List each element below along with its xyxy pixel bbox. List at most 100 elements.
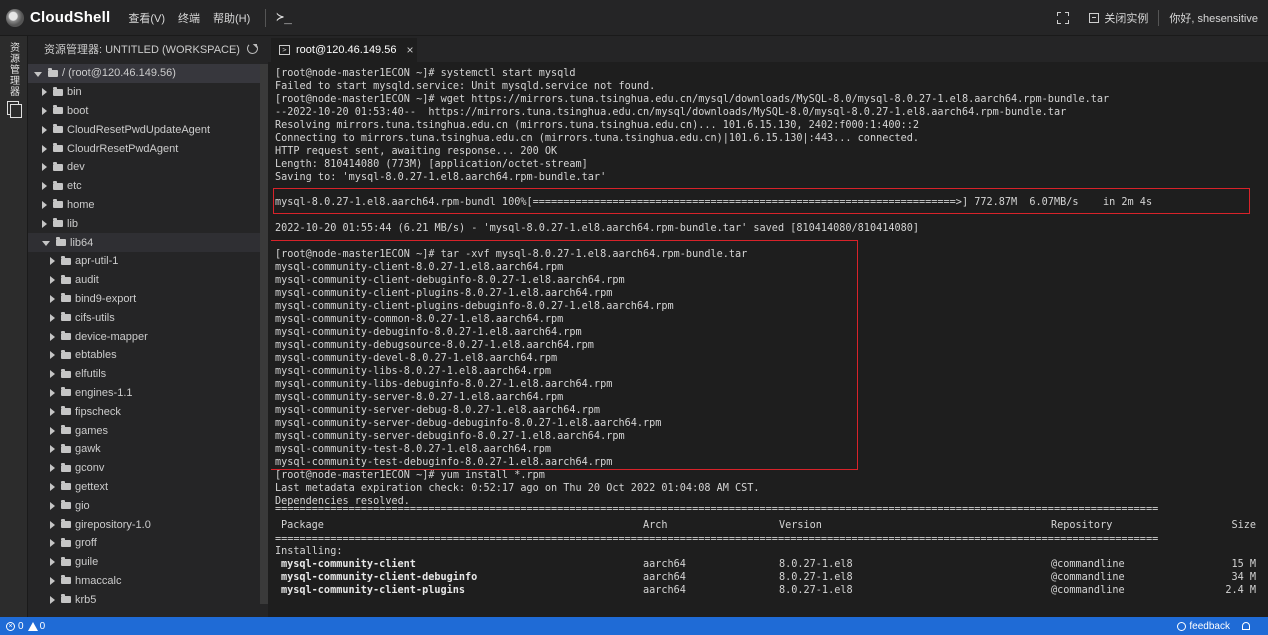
tree-item-label: audit [75, 274, 99, 287]
chevron-right-icon[interactable] [42, 106, 47, 115]
chevron-right-icon[interactable] [50, 464, 55, 473]
tree-item[interactable]: home [28, 196, 268, 215]
brand-name: CloudShell [30, 9, 111, 26]
tree-item[interactable]: hmaccalc [28, 572, 268, 591]
table-header-package: Package [281, 520, 324, 531]
tree-item-label: ebtables [75, 349, 117, 362]
tree-item[interactable]: apr-util-1 [28, 252, 268, 271]
tree-item[interactable]: gettext [28, 478, 268, 497]
tree-item[interactable]: lib [28, 214, 268, 233]
chevron-right-icon[interactable] [50, 313, 55, 322]
tree-item[interactable]: games [28, 421, 268, 440]
tree-item[interactable]: gawk [28, 440, 268, 459]
pkg-version: 8.0.27-1.el8 [779, 572, 853, 583]
chevron-right-icon[interactable] [50, 332, 55, 341]
chevron-right-icon[interactable] [50, 558, 55, 567]
chevron-right-icon[interactable] [42, 219, 47, 228]
tree-item[interactable]: etc [28, 177, 268, 196]
tree-item[interactable]: fipscheck [28, 402, 268, 421]
problems-indicator[interactable]: × 0 0 [0, 621, 45, 632]
notifications-icon[interactable] [1242, 622, 1250, 630]
chevron-right-icon[interactable] [50, 276, 55, 285]
sidebar-scrollbar[interactable] [260, 64, 268, 604]
tab-terminal[interactable]: > root@120.46.149.56 × [271, 38, 417, 62]
menu-terminal[interactable]: 终端 [178, 10, 200, 26]
chevron-down-icon[interactable] [42, 241, 50, 247]
chevron-right-icon[interactable] [50, 370, 55, 379]
feedback-link[interactable]: feedback [1189, 621, 1230, 632]
cloudshell-logo-icon [6, 8, 24, 27]
tree-item[interactable]: elfutils [28, 365, 268, 384]
tree-item-label: hmaccalc [75, 574, 122, 587]
tree-item[interactable]: gio [28, 496, 268, 515]
tree-item[interactable]: cifs-utils [28, 308, 268, 327]
tree-item-label: home [67, 198, 95, 211]
tree-item[interactable]: lib64 [28, 233, 268, 252]
tree-item-label: / (root@120.46.149.56) [62, 67, 176, 80]
chevron-right-icon[interactable] [50, 482, 55, 491]
chevron-right-icon[interactable] [50, 595, 55, 604]
chevron-right-icon[interactable] [50, 351, 55, 360]
chevron-right-icon[interactable] [50, 426, 55, 435]
pkg-repo: @commandline [1051, 585, 1125, 596]
tree-item-label: CloudResetPwdUpdateAgent [67, 123, 211, 136]
chevron-right-icon[interactable] [50, 520, 55, 529]
terminal-output[interactable]: [root@node-master1ECON ~]# systemctl sta… [271, 66, 1264, 615]
tree-item[interactable]: gconv [28, 459, 268, 478]
chevron-right-icon[interactable] [42, 144, 47, 153]
table-header-version: Version [779, 520, 822, 531]
tree-item[interactable]: krb5 [28, 590, 268, 609]
chevron-right-icon[interactable] [50, 576, 55, 585]
chevron-right-icon[interactable] [50, 407, 55, 416]
terminal-line: 2022-10-20 01:55:44 (6.21 MB/s) - 'mysql… [275, 223, 920, 234]
chevron-right-icon[interactable] [50, 257, 55, 266]
pkg-name: mysql-community-client-plugins [281, 585, 466, 596]
tree-item[interactable]: / (root@120.46.149.56) [28, 64, 268, 83]
folder-icon [61, 556, 71, 566]
tree-item-label: gettext [75, 480, 109, 493]
menu-view[interactable]: 查看(V) [128, 10, 165, 26]
close-instance-button[interactable]: 关闭实例 [1089, 10, 1148, 26]
tree-item[interactable]: bind9-export [28, 290, 268, 309]
menu-help[interactable]: 帮助(H) [213, 10, 250, 26]
tree-item[interactable]: boot [28, 102, 268, 121]
chevron-right-icon[interactable] [42, 88, 47, 97]
folder-icon [61, 406, 71, 416]
tree-item[interactable]: groff [28, 534, 268, 553]
chevron-right-icon[interactable] [42, 182, 47, 191]
tree-item[interactable]: device-mapper [28, 327, 268, 346]
refresh-icon[interactable] [247, 43, 258, 54]
chevron-right-icon[interactable] [50, 388, 55, 397]
tree-item[interactable]: bin [28, 83, 268, 102]
pkg-size: 15 M [1231, 559, 1256, 570]
chevron-right-icon[interactable] [50, 445, 55, 454]
tree-item[interactable]: engines-1.1 [28, 384, 268, 403]
activity-explorer[interactable]: 资源管理器 [3, 42, 23, 118]
tab-bar: > root@120.46.149.56 × [268, 36, 1268, 62]
tree-item[interactable]: ebtables [28, 346, 268, 365]
tree-item-label: dev [67, 161, 85, 174]
tree-item[interactable]: girepository-1.0 [28, 515, 268, 534]
tree-item[interactable]: CloudResetPwdUpdateAgent [28, 120, 268, 139]
tab-close-icon[interactable]: × [406, 43, 413, 57]
terminal-line: [root@node-master1ECON ~]# wget https://… [275, 94, 1110, 105]
tree-item[interactable]: audit [28, 271, 268, 290]
chevron-down-icon[interactable] [34, 71, 42, 77]
chevron-right-icon[interactable] [50, 501, 55, 510]
explorer-sidebar: 资源管理器: UNTITLED (WORKSPACE) / (root@120.… [28, 36, 268, 617]
chevron-right-icon[interactable] [50, 294, 55, 303]
tree-item[interactable]: guile [28, 553, 268, 572]
close-instance-icon [1089, 13, 1100, 23]
folder-icon [48, 67, 58, 77]
chevron-right-icon[interactable] [50, 539, 55, 548]
tree-item[interactable]: dev [28, 158, 268, 177]
feedback-icon [1177, 621, 1187, 631]
terminal-icon: > [279, 45, 290, 55]
chevron-right-icon[interactable] [42, 200, 47, 209]
chevron-right-icon[interactable] [42, 125, 47, 134]
user-greeting[interactable]: 你好, shesensitive [1169, 10, 1258, 26]
chevron-right-icon[interactable] [42, 163, 47, 172]
fullscreen-icon[interactable] [1057, 12, 1070, 24]
new-terminal-icon[interactable]: ≻_ [276, 10, 292, 25]
tree-item[interactable]: CloudrResetPwdAgent [28, 139, 268, 158]
